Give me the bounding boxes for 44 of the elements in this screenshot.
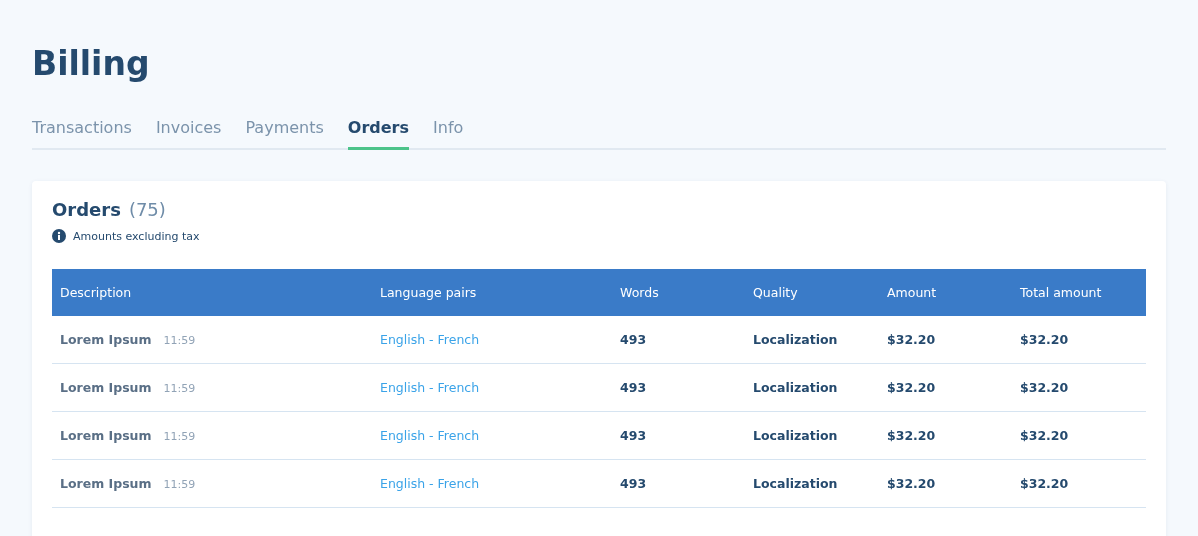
language-pair-link[interactable]: English - French [380, 476, 480, 491]
info-icon [52, 229, 66, 243]
card-title: Orders [52, 199, 121, 220]
column-header: Description [52, 269, 372, 316]
word-count: 493 [620, 332, 647, 347]
total-amount-text: $32.20 [1020, 476, 1069, 491]
description-text: Lorem Ipsum [60, 332, 152, 347]
word-count: 493 [620, 380, 647, 395]
tab[interactable]: Transactions [32, 118, 132, 150]
time-text: 11:59 [163, 478, 196, 491]
tab[interactable]: Payments [245, 118, 324, 150]
quality-text: Localization [753, 428, 838, 443]
amount-text: $32.20 [887, 332, 936, 347]
word-count: 493 [620, 476, 647, 491]
column-header: Quality [745, 269, 879, 316]
amount-text: $32.20 [887, 428, 936, 443]
column-header: Words [612, 269, 745, 316]
total-amount-text: $32.20 [1020, 332, 1069, 347]
language-pair-link[interactable]: English - French [380, 332, 480, 347]
page-title: Billing [32, 43, 151, 85]
time-text: 11:59 [163, 430, 196, 443]
total-amount-text: $32.20 [1020, 428, 1069, 443]
tab[interactable]: Invoices [155, 118, 222, 150]
quality-text: Localization [753, 332, 838, 347]
order-count: (75) [128, 199, 166, 220]
total-amount-text: $32.20 [1020, 380, 1069, 395]
column-header: Amount [879, 269, 1012, 316]
description-text: Lorem Ipsum [60, 380, 152, 395]
language-pair-link[interactable]: English - French [380, 380, 480, 395]
quality-text: Localization [753, 380, 838, 395]
amount-text: $32.20 [887, 476, 936, 491]
column-header: Total amount [1012, 269, 1146, 316]
time-text: 11:59 [163, 382, 196, 395]
column-header: Language pairs [372, 269, 612, 316]
tax-note: Amounts excluding tax [73, 229, 200, 243]
quality-text: Localization [753, 476, 838, 491]
tab[interactable]: Info [433, 118, 464, 150]
description-text: Lorem Ipsum [60, 476, 152, 491]
word-count: 493 [620, 428, 647, 443]
time-text: 11:59 [163, 334, 196, 347]
description-text: Lorem Ipsum [60, 428, 152, 443]
tab[interactable]: Orders [347, 118, 410, 150]
amount-text: $32.20 [887, 380, 936, 395]
language-pair-link[interactable]: English - French [380, 428, 480, 443]
